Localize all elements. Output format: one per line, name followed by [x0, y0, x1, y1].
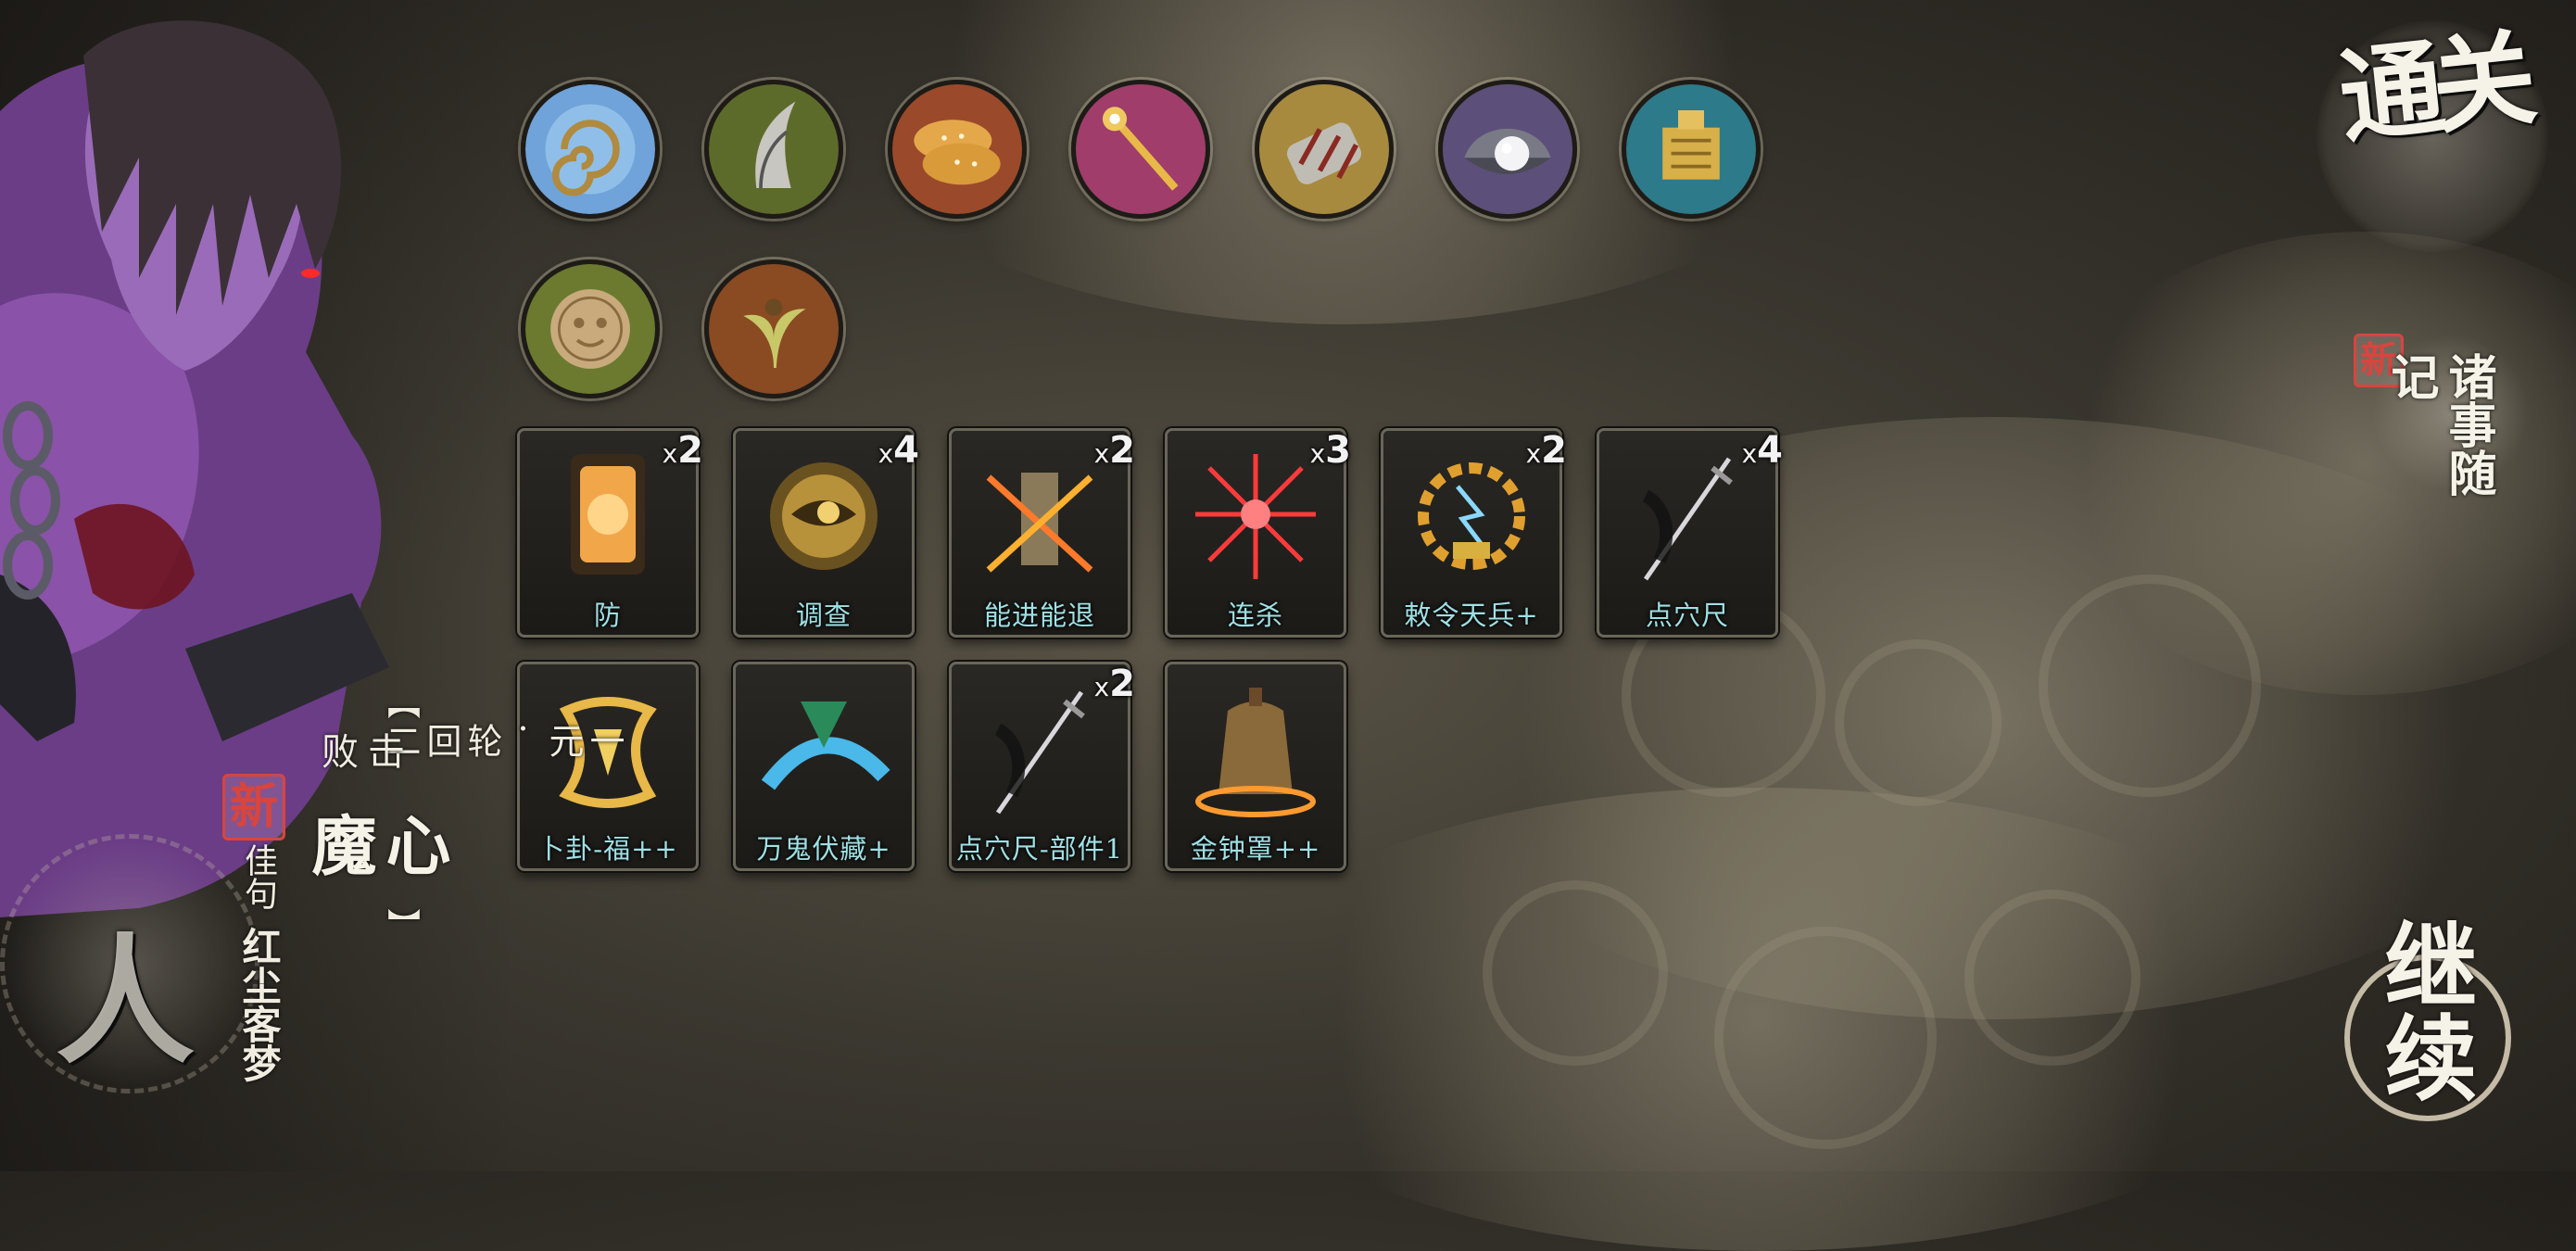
card-6[interactable]: 卜卦-福++	[517, 662, 699, 871]
golden-bell-icon	[1177, 674, 1334, 822]
relic-flatbread[interactable]	[888, 80, 1027, 219]
notes-button[interactable]: 新 诸事随记	[2344, 324, 2530, 510]
sprout-icon	[709, 264, 839, 394]
card-count: x2	[1525, 429, 1567, 472]
ghost-arc-icon	[745, 674, 903, 822]
quote-panel: 人 新 佳句 红尘客梦	[0, 774, 306, 1171]
card-1[interactable]: x4 调查	[733, 428, 919, 638]
background-swirl	[1835, 639, 2001, 806]
card-count: x4	[1741, 429, 1783, 472]
spiral-orb-icon	[525, 84, 655, 214]
card-name: 连杀	[1227, 600, 1283, 631]
card-5[interactable]: x4 点穴尺	[1597, 428, 1783, 638]
continue-label: 继续	[2368, 917, 2478, 1103]
quote-text: 红尘客梦	[236, 927, 282, 1082]
card-name: 点穴尺-部件1	[955, 833, 1124, 865]
card-name: 卜卦-福++	[537, 833, 678, 865]
boss-name: 心魔	[301, 812, 452, 877]
card-name: 金钟罩++	[1190, 833, 1321, 865]
armored-gauntlet-icon	[1259, 84, 1389, 214]
card-count: x2	[1093, 663, 1135, 705]
relic-bronze-coin[interactable]	[521, 259, 660, 398]
pearl-shell-icon	[1443, 84, 1572, 214]
card-name: 能进能退	[983, 600, 1095, 631]
notes-title: 诸事随记	[2382, 352, 2496, 497]
flatbread-icon	[892, 84, 1022, 214]
relic-claw[interactable]	[704, 80, 843, 219]
relic-sprout[interactable]	[704, 259, 843, 398]
relic-spiral-orb[interactable]	[521, 80, 660, 219]
card-3[interactable]: x3 连杀	[1165, 428, 1351, 638]
defeat-label: 击败	[315, 732, 404, 769]
relic-armored-gauntlet[interactable]	[1255, 80, 1394, 219]
card-name: 点穴尺	[1645, 600, 1729, 631]
background-swirl	[1964, 890, 2140, 1066]
golden-staff-icon	[1076, 84, 1206, 214]
relic-golden-seal[interactable]	[1622, 80, 1761, 219]
bronze-coin-icon	[525, 264, 655, 394]
continue-button[interactable]: 继续	[2335, 917, 2520, 1121]
card-9[interactable]: 金钟罩++	[1165, 662, 1346, 871]
background-swirl	[1714, 927, 1937, 1149]
relic-golden-staff[interactable]	[1071, 80, 1210, 219]
new-quote-badge: 新	[222, 774, 285, 840]
card-name: 敕令天兵+	[1404, 600, 1539, 631]
chapter-bracket-top: 【	[382, 686, 420, 719]
relic-pearl-shell[interactable]	[1438, 80, 1577, 219]
card-count: x3	[1309, 429, 1351, 472]
card-name: 防	[593, 600, 622, 631]
quote-label: 佳句	[239, 843, 277, 910]
claw-icon	[709, 84, 839, 214]
card-name: 万鬼伏藏+	[756, 833, 891, 865]
card-count: x2	[1093, 429, 1135, 472]
stage-clear-title: 通关	[2333, 18, 2532, 159]
background-swirl	[1483, 880, 1668, 1066]
card-4[interactable]: x2 敕令天兵+	[1381, 428, 1567, 638]
chapter-tag: 一元·轮回二	[380, 723, 625, 758]
chapter-bracket-bottom: 】	[382, 908, 420, 941]
card-2[interactable]: x2 能进能退	[949, 428, 1135, 638]
card-7[interactable]: 万鬼伏藏+	[733, 662, 915, 871]
card-count: x2	[662, 429, 703, 472]
card-0[interactable]: x2 防	[517, 428, 703, 638]
card-8[interactable]: x2 点穴尺-部件1	[949, 662, 1135, 871]
golden-seal-icon	[1626, 84, 1756, 214]
background-swirl	[2039, 575, 2261, 797]
card-count: x4	[878, 429, 919, 472]
card-name: 调查	[795, 600, 852, 631]
quote-seal-glyph: 人	[56, 920, 196, 1083]
